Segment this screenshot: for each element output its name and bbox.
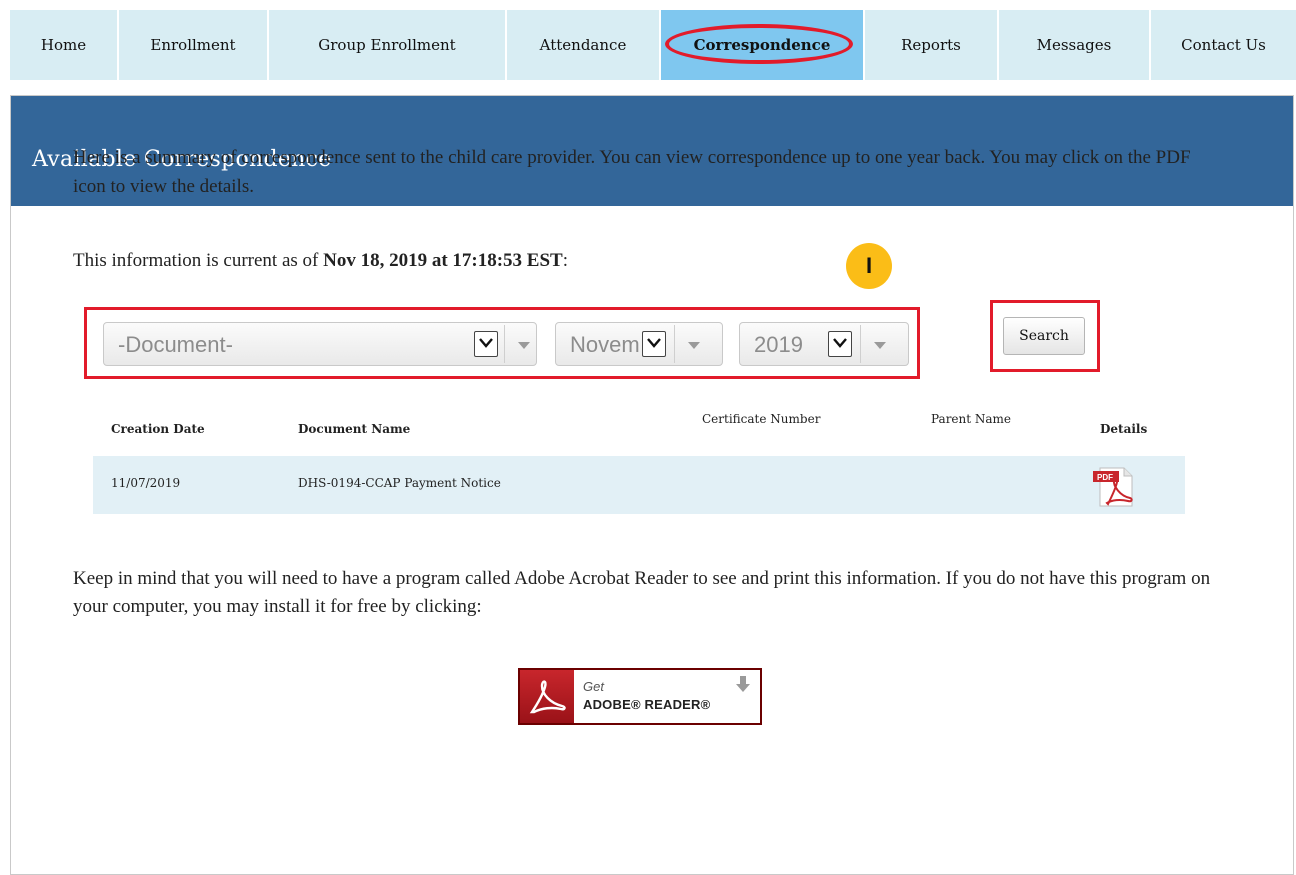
chevron-down-icon	[828, 331, 852, 357]
year-select-value: 2019	[754, 332, 803, 357]
header-certificate-number: Certificate Number	[702, 412, 821, 426]
adobe-logo-icon	[520, 670, 574, 723]
cell-creation-date: 11/07/2019	[111, 476, 181, 490]
svg-text:PDF: PDF	[1097, 473, 1113, 482]
select-divider	[860, 325, 861, 363]
month-select[interactable]: Novem	[555, 322, 723, 366]
nav-label: Reports	[901, 36, 961, 54]
nav-label: Correspondence	[693, 36, 831, 54]
as-of-timestamp: Nov 18, 2019 at 17:18:53 EST	[323, 250, 563, 271]
search-button[interactable]: Search	[1003, 317, 1085, 355]
table-row: 11/07/2019 DHS-0194-CCAP Payment Notice …	[93, 456, 1185, 514]
adobe-get-text: Get	[583, 679, 604, 694]
nav-label: Messages	[1036, 36, 1112, 54]
step-marker-badge: I	[846, 243, 892, 289]
get-adobe-reader-button[interactable]: Get ADOBE® READER®	[518, 668, 762, 725]
intro-text: Here is a summary of correspondence sent…	[73, 147, 1191, 197]
as-of-suffix: :	[562, 250, 569, 271]
nav-label: Contact Us	[1181, 36, 1266, 54]
nav-label: Enrollment	[150, 36, 236, 54]
chevron-down-icon	[474, 331, 498, 357]
caret-down-icon	[688, 342, 700, 349]
chevron-down-icon	[642, 331, 666, 357]
header-document-name: Document Name	[298, 422, 411, 436]
pdf-icon[interactable]: PDF	[1090, 462, 1136, 508]
nav-reports[interactable]: Reports	[865, 10, 999, 80]
caret-down-icon	[518, 342, 530, 349]
nav-label: Attendance	[539, 36, 627, 54]
acrobat-note: Keep in mind that you will need to have …	[73, 568, 1211, 617]
header-creation-date: Creation Date	[111, 422, 205, 436]
year-select[interactable]: 2019	[739, 322, 909, 366]
header-details: Details	[1100, 422, 1148, 436]
nav-contact-us[interactable]: Contact Us	[1151, 10, 1296, 80]
nav-group-enrollment[interactable]: Group Enrollment	[269, 10, 507, 80]
as-of-prefix: This information is current as of	[73, 250, 324, 271]
filter-highlight-box: -Document- Novem 2019	[84, 307, 920, 379]
adobe-reader-text: ADOBE® READER®	[583, 697, 711, 712]
cell-document-name: DHS-0194-CCAP Payment Notice	[298, 476, 501, 490]
month-select-value: Novem	[570, 332, 640, 357]
nav-attendance[interactable]: Attendance	[507, 10, 661, 80]
header-parent-name: Parent Name	[931, 412, 1012, 426]
nav-label: Group Enrollment	[318, 36, 456, 54]
nav-messages[interactable]: Messages	[999, 10, 1151, 80]
nav-enrollment[interactable]: Enrollment	[119, 10, 269, 80]
download-arrow-icon	[736, 676, 750, 698]
caret-down-icon	[874, 342, 886, 349]
search-highlight-box: Search	[990, 300, 1100, 372]
as-of-text: This information is current as of Nov 18…	[73, 250, 568, 272]
document-select-value: -Document-	[118, 332, 233, 357]
select-divider	[674, 325, 675, 363]
nav-home[interactable]: Home	[10, 10, 119, 80]
nav-correspondence[interactable]: Correspondence	[661, 10, 865, 80]
select-divider	[504, 325, 505, 363]
top-nav: Home Enrollment Group Enrollment Attenda…	[10, 10, 1296, 80]
nav-label: Home	[40, 36, 87, 54]
document-select[interactable]: -Document-	[103, 322, 537, 366]
